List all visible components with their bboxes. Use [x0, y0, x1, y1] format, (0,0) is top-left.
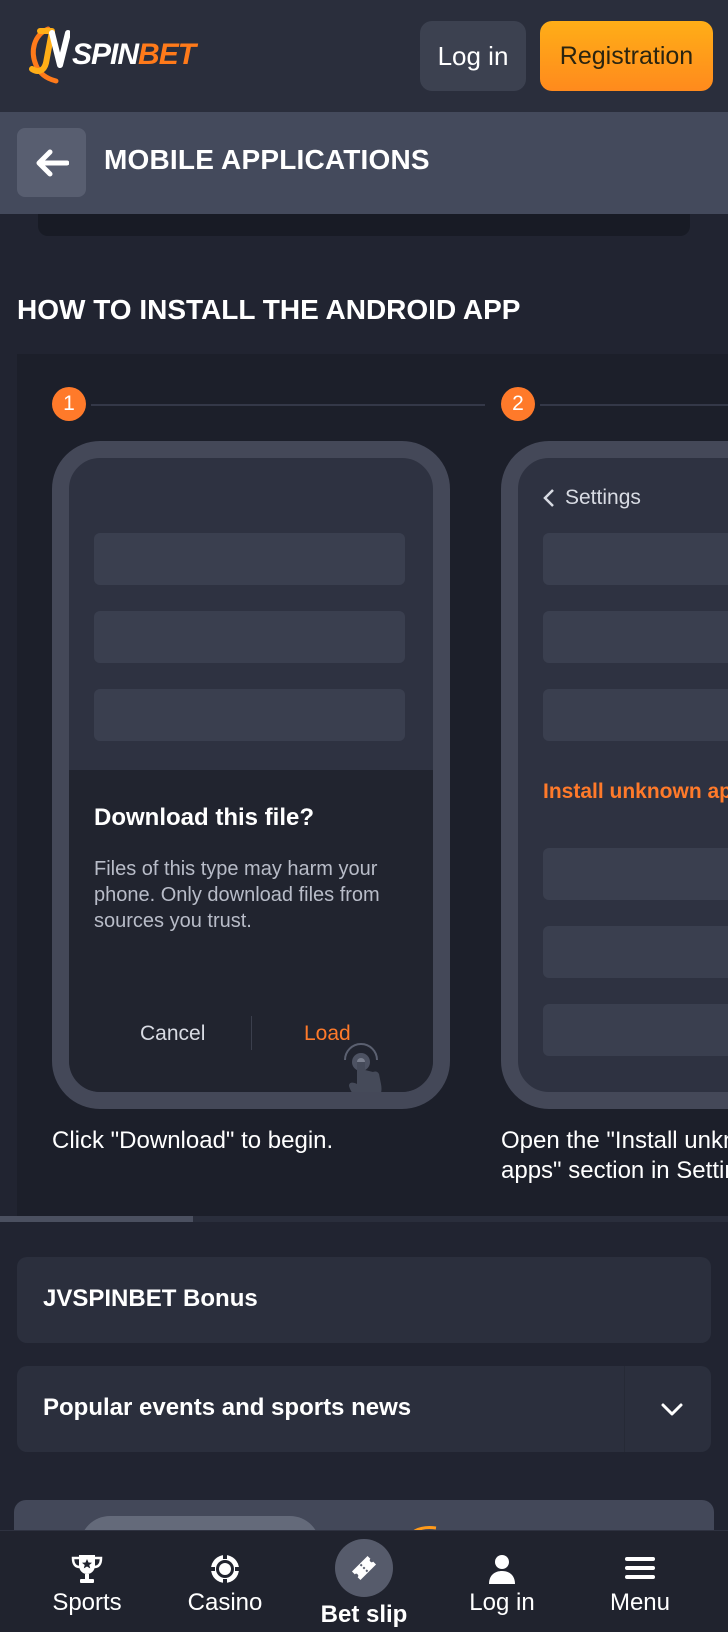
placeholder-bar	[543, 611, 728, 663]
chevron-down-icon[interactable]	[657, 1394, 687, 1424]
nav-casino[interactable]: Casino	[165, 1531, 285, 1632]
page-title: MOBILE APPLICATIONS	[104, 144, 430, 175]
phone-mockup: Download this file? Files of this type m…	[52, 441, 450, 1109]
step-number-badge: 1	[52, 387, 86, 421]
dialog-separator	[251, 1016, 252, 1050]
install-steps-carousel[interactable]: 1 Download this file? Files of this type…	[17, 354, 728, 1222]
bottom-navigation: Sports Casino Bet slip Log in Menu	[0, 1530, 728, 1632]
nav-label: Sports	[52, 1589, 122, 1616]
placeholder-bar	[543, 848, 728, 900]
nav-menu[interactable]: Menu	[580, 1531, 700, 1632]
placeholder-bar	[543, 689, 728, 741]
jvspinbet-logo[interactable]: SPINBET	[26, 24, 196, 86]
step-caption-line: Open the "Install unknown	[501, 1127, 728, 1154]
download-dialog: Download this file? Files of this type m…	[69, 770, 433, 1092]
install-unknown-apps-label: Install unknown apps	[543, 780, 728, 803]
dialog-cancel-label: Cancel	[140, 1022, 206, 1045]
page-header: MOBILE APPLICATIONS	[0, 112, 728, 214]
registration-button[interactable]: Registration	[540, 21, 713, 91]
bonus-accordion[interactable]: JVSPINBET Bonus	[17, 1257, 711, 1343]
settings-label: Settings	[565, 486, 641, 509]
accordion-label: JVSPINBET Bonus	[43, 1285, 258, 1312]
accordion-label: Popular events and sports news	[43, 1394, 412, 1421]
bet-slip-circle	[335, 1539, 393, 1597]
back-button[interactable]	[17, 128, 86, 197]
logo-bet-text: BET	[138, 38, 196, 71]
step-connector-line	[540, 404, 728, 406]
trophy-icon	[71, 1555, 103, 1583]
section-title: HOW TO INSTALL THE ANDROID APP	[17, 294, 521, 325]
nav-sports[interactable]: Sports	[27, 1531, 147, 1632]
dialog-body: Files of this type may harm your phone. …	[94, 858, 380, 932]
logo-text: SPINBET	[72, 38, 196, 72]
settings-header: Settings	[543, 486, 641, 510]
step-caption: Click "Download" to begin.	[52, 1127, 334, 1154]
step-caption-line: apps" section in Settings.	[501, 1157, 728, 1184]
nav-label: Casino	[187, 1589, 263, 1616]
logo-mark-icon	[26, 25, 71, 85]
chevron-left-icon	[543, 489, 554, 507]
nav-login[interactable]: Log in	[442, 1531, 562, 1632]
placeholder-bar	[543, 926, 728, 978]
placeholder-bar	[94, 533, 405, 585]
sports-news-accordion[interactable]: Popular events and sports news	[17, 1366, 711, 1452]
placeholder-bar	[94, 611, 405, 663]
collapsed-panel-edge	[38, 214, 690, 236]
user-icon	[489, 1555, 515, 1584]
step-connector-line	[91, 404, 485, 406]
accordion-divider	[624, 1366, 625, 1452]
nav-label: Bet slip	[320, 1601, 408, 1628]
dialog-title: Download this file?	[94, 804, 314, 831]
top-bar: SPINBET Log in Registration	[0, 0, 728, 112]
tap-hand-icon	[344, 1043, 382, 1092]
nav-label: Menu	[609, 1589, 671, 1616]
logo-spin-text: SPIN	[72, 38, 139, 71]
placeholder-bar	[543, 533, 728, 585]
placeholder-bar	[543, 1004, 728, 1056]
hamburger-icon	[625, 1557, 655, 1579]
nav-bet-slip[interactable]: Bet slip	[304, 1531, 424, 1632]
carousel-scrollbar[interactable]	[0, 1216, 728, 1222]
carousel-scroll-thumb[interactable]	[0, 1216, 193, 1222]
login-button[interactable]: Log in	[420, 21, 526, 91]
placeholder-bar	[94, 689, 405, 741]
step-caption: Open the "Install unknown apps" section …	[501, 1126, 728, 1186]
nav-label: Log in	[469, 1589, 535, 1616]
arrow-left-icon	[36, 149, 69, 176]
ticket-icon	[351, 1555, 377, 1581]
step-number-badge: 2	[501, 387, 535, 421]
casino-chip-icon	[210, 1554, 240, 1584]
phone-mockup: Settings Install unknown apps	[501, 441, 728, 1109]
